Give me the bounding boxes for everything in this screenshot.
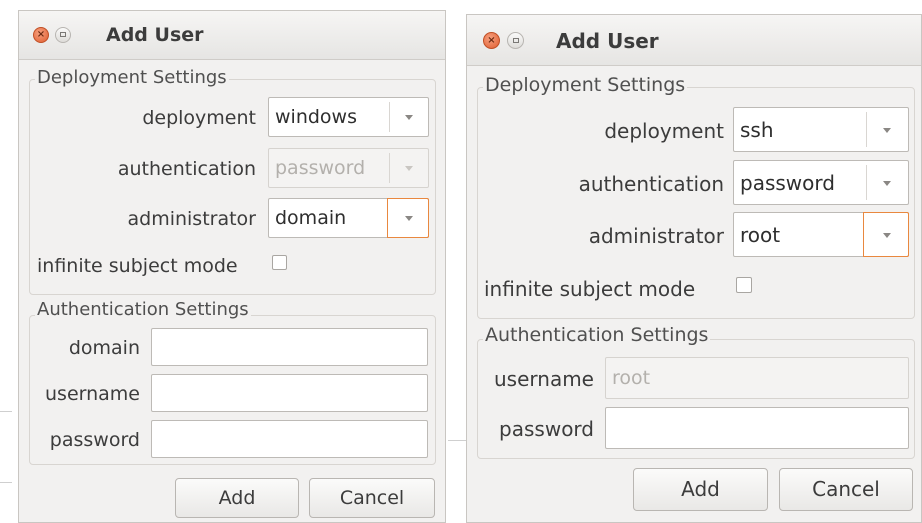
chevron-down-icon	[883, 233, 891, 238]
administrator-label: administrator	[588, 224, 724, 248]
username-field[interactable]: root	[605, 357, 909, 399]
infinite-subject-mode-label: infinite subject mode	[484, 277, 696, 301]
chevron-down-icon	[883, 128, 891, 133]
username-label: username	[45, 383, 140, 405]
deployment-settings-legend: Deployment Settings	[483, 74, 688, 96]
combo-separator	[389, 102, 390, 132]
infinite-subject-mode-label: infinite subject mode	[37, 255, 238, 277]
administrator-combo[interactable]: domain	[268, 198, 429, 238]
cancel-button[interactable]: Cancel	[779, 468, 913, 511]
administrator-label: administrator	[127, 208, 256, 230]
administrator-value: domain	[275, 207, 347, 229]
dialog-title: Add User	[556, 29, 659, 53]
add-button[interactable]: Add	[633, 468, 768, 511]
authentication-label: authentication	[117, 158, 256, 180]
add-user-dialog-windows: × Add User Deployment Settings deploymen…	[18, 10, 446, 523]
add-user-dialog-ssh: × Add User Deployment Settings deploymen…	[466, 14, 922, 523]
password-field[interactable]	[151, 420, 428, 458]
dialog-title: Add User	[106, 24, 204, 46]
add-button[interactable]: Add	[175, 478, 299, 518]
domain-field[interactable]	[151, 328, 428, 366]
authentication-combo[interactable]: password	[268, 148, 429, 188]
close-icon[interactable]: ×	[483, 32, 500, 49]
authentication-label: authentication	[578, 172, 724, 196]
administrator-value: root	[740, 222, 781, 247]
combo-separator	[866, 112, 867, 147]
domain-label: domain	[68, 337, 140, 359]
background-line	[0, 411, 12, 412]
infinite-subject-mode-checkbox[interactable]	[736, 277, 752, 293]
title-bar: × Add User	[467, 15, 921, 66]
authentication-value: password	[740, 170, 835, 195]
deployment-value: ssh	[740, 117, 774, 142]
username-field[interactable]	[151, 374, 428, 412]
maximize-icon[interactable]	[507, 32, 524, 49]
authentication-settings-legend: Authentication Settings	[483, 324, 711, 346]
combo-separator	[866, 165, 867, 200]
authentication-value: password	[275, 157, 366, 179]
close-icon[interactable]: ×	[33, 27, 49, 43]
chevron-down-icon	[405, 166, 413, 171]
chevron-down-icon	[405, 115, 413, 120]
title-bar: × Add User	[19, 11, 445, 60]
authentication-combo[interactable]: password	[733, 160, 909, 205]
deployment-label: deployment	[142, 107, 256, 129]
username-placeholder: root	[612, 367, 651, 389]
combo-separator	[389, 153, 390, 183]
chevron-down-icon	[405, 216, 413, 221]
chevron-down-icon	[883, 181, 891, 186]
background-line	[0, 482, 12, 483]
password-label: password	[49, 429, 140, 451]
username-label: username	[494, 367, 594, 391]
infinite-subject-mode-checkbox[interactable]	[272, 255, 287, 270]
deployment-combo[interactable]: windows	[268, 97, 429, 137]
cancel-button[interactable]: Cancel	[309, 478, 435, 518]
deployment-label: deployment	[604, 119, 724, 143]
deployment-value: windows	[275, 106, 357, 128]
maximize-icon[interactable]	[55, 27, 71, 43]
authentication-settings-legend: Authentication Settings	[35, 299, 251, 320]
background-line	[448, 440, 466, 441]
password-field[interactable]	[605, 407, 909, 449]
password-label: password	[499, 417, 594, 441]
deployment-combo[interactable]: ssh	[733, 107, 909, 152]
deployment-settings-legend: Deployment Settings	[35, 67, 229, 88]
administrator-combo[interactable]: root	[733, 212, 909, 257]
